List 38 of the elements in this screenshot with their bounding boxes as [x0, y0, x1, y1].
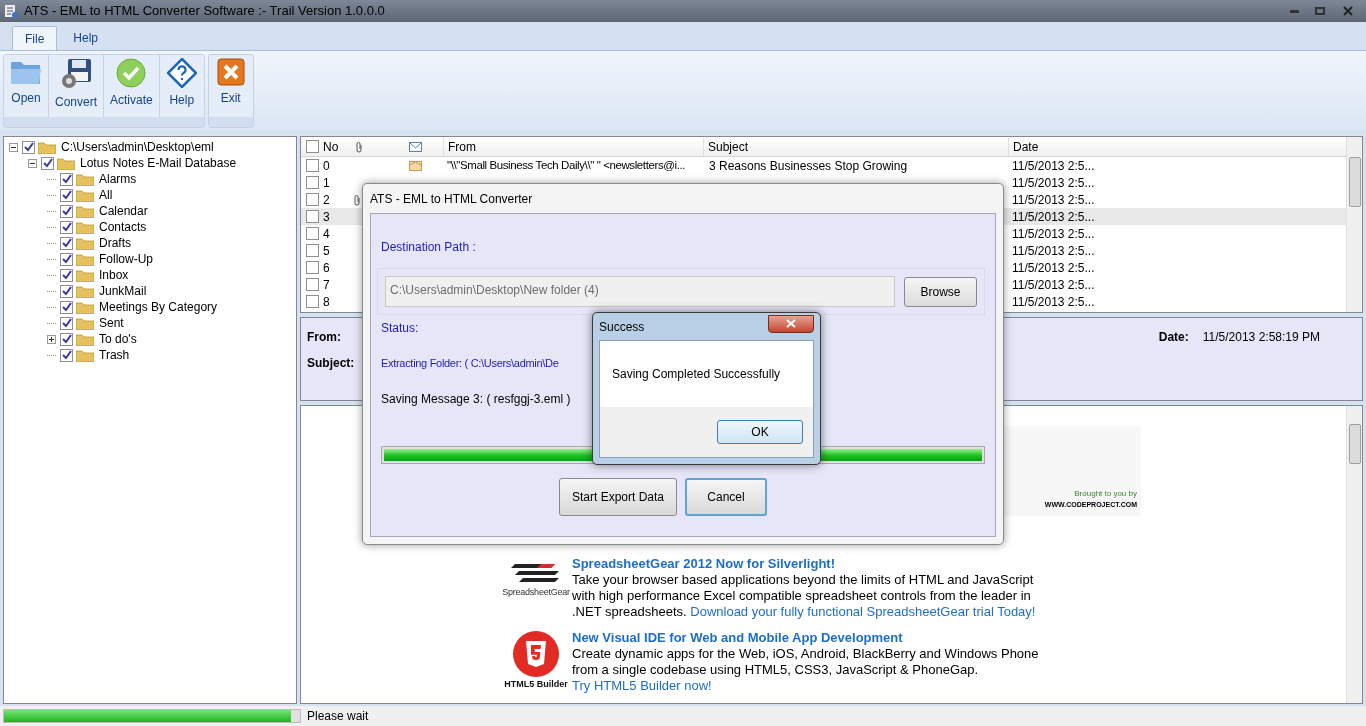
success-message: Saving Completed Successfully — [612, 366, 781, 383]
logo-caption: HTML5 Builder — [504, 678, 568, 691]
table-cell-text: 4 — [323, 225, 331, 243]
table-cell-text: 11/5/2013 2:5... — [1011, 157, 1096, 175]
dialog-title: Success — [599, 318, 645, 336]
table-cell-text: 8 — [323, 293, 331, 311]
table-cell-text: "\\"Small Business Tech Daily\\" " <newsletters@i... — [446, 157, 687, 173]
date-value: 11/5/2013 2:58:19 PM — [1202, 329, 1320, 346]
table-cell-text: 11/5/2013 2:5... — [1011, 242, 1096, 260]
table-cell-text: 11/5/2013 2:5... — [1011, 191, 1096, 209]
table-cell-text: 7 — [323, 276, 331, 294]
banner-tagline: Brought to you by — [1074, 487, 1137, 500]
dialog-title: ATS - EML to HTML Converter — [370, 190, 533, 208]
ad-description: Create dynamic apps for the Web, iOS, Android, BlackBerry and Windows Phone from a single codebase using HTML5, CSS3, JavaScript & PhoneGap. Try HTML5 Builder now! — [572, 646, 1040, 694]
from-label: From: — [307, 329, 342, 346]
table-cell-text: 11/5/2013 2:5... — [1011, 276, 1096, 294]
table-cell-text: 11/5/2013 2:5... — [1011, 208, 1096, 226]
extracting-text: Extracting Folder: ( C:\Users\admin\De — [381, 356, 559, 371]
window-title: ATS - EML to HTML Converter Software :- Trail Version 1.0.0.0 — [24, 2, 385, 21]
logo-caption: SpreadsheetGear — [502, 586, 570, 599]
table-cell-text: 11/5/2013 2:5... — [1011, 293, 1096, 311]
table-cell-text: 3 — [323, 208, 331, 226]
subject-label: Subject: — [307, 355, 355, 372]
saving-text: Saving Message 3: ( resfggj-3.eml ) — [381, 390, 571, 408]
destination-label: Destination Path : — [381, 239, 476, 256]
date-label: Date: — [1158, 329, 1189, 346]
ad-description: Take your browser based applications beyond the limits of HTML and JavaScript with high performance Excel compatible spreadsheet controls from the leader in .NET spreadsheets. Download your fully functional SpreadsheetGear trial Today! — [572, 572, 1037, 620]
table-cell-text: 11/5/2013 2:5... — [1011, 259, 1096, 277]
table-cell-text: 3 Reasons Businesses Stop Growing — [708, 157, 909, 175]
table-cell-text: 6 — [323, 259, 331, 277]
table-cell-text: 2 — [323, 191, 331, 209]
table-cell-text: 5 — [323, 242, 331, 260]
status-label: Status: — [381, 320, 419, 337]
table-cell-text: 11/5/2013 2:5... — [1011, 225, 1096, 243]
table-cell-text: 0 — [323, 157, 331, 175]
status-text: Please wait — [307, 708, 369, 725]
table-cell-text: 11/5/2013 2:5... — [1011, 174, 1096, 192]
table-cell-text: 1 — [323, 174, 331, 192]
